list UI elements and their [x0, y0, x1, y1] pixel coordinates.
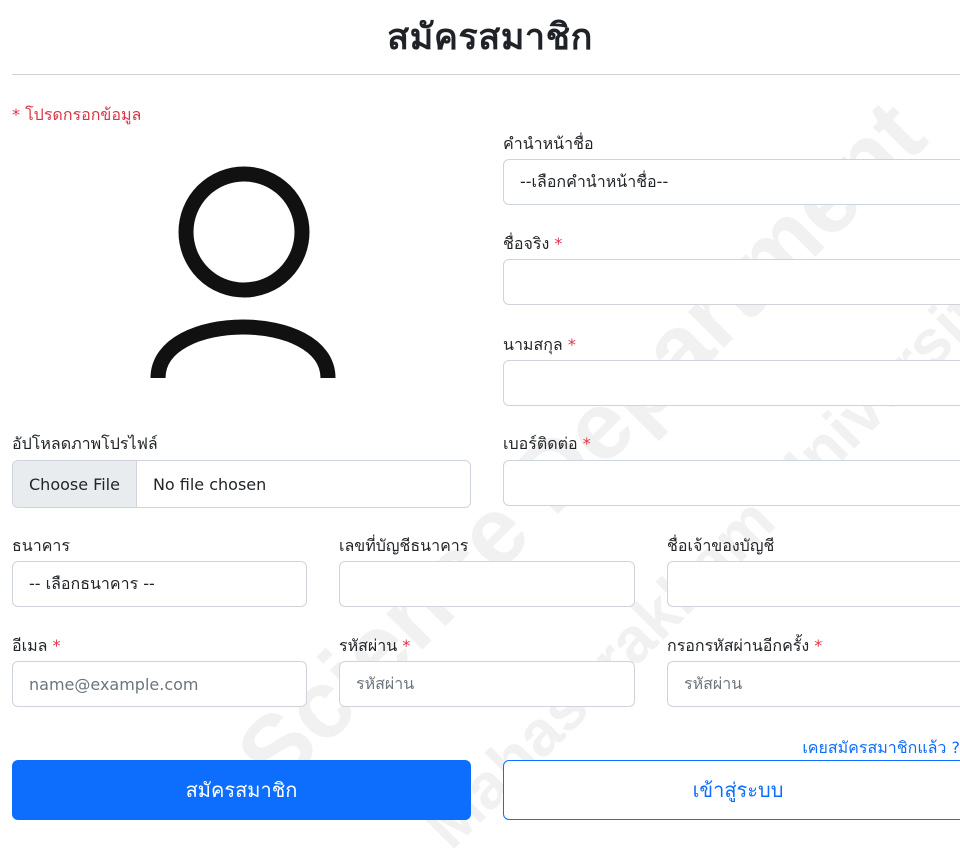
password-placeholder: รหัสผ่าน [356, 673, 415, 693]
first-name-label: ชื่อจริง * [503, 234, 563, 253]
confirm-password-input[interactable]: รหัสผ่าน [667, 661, 960, 707]
email-input[interactable]: name@example.com [12, 661, 307, 707]
profile-file-input[interactable]: Choose File No file chosen [12, 460, 471, 508]
already-member-link[interactable]: เคยสมัครสมาชิกแล้ว ? [802, 736, 960, 761]
confirm-password-placeholder: รหัสผ่าน [684, 673, 743, 693]
page-title: สมัครสมาชิก [387, 17, 593, 58]
prefix-label: คำนำหน้าชื่อ [503, 134, 594, 153]
user-icon [148, 160, 338, 380]
title-divider [12, 74, 960, 75]
bank-select[interactable]: -- เลือกธนาคาร -- [12, 561, 307, 607]
last-name-input[interactable] [503, 360, 960, 406]
phone-input[interactable] [503, 460, 960, 506]
email-label: อีเมล * [12, 636, 61, 655]
bank-label: ธนาคาร [12, 536, 70, 555]
bank-selected-value: -- เลือกธนาคาร -- [29, 573, 155, 593]
last-name-label: นามสกุล * [503, 335, 576, 354]
first-name-input[interactable] [503, 259, 960, 305]
choose-file-button[interactable]: Choose File [13, 461, 137, 507]
required-note: * โปรดกรอกข้อมูล [12, 105, 142, 124]
account-owner-input[interactable] [667, 561, 960, 607]
prefix-selected-value: --เลือกคำนำหน้าชื่อ-- [520, 171, 669, 191]
confirm-password-label: กรอกรหัสผ่านอีกครั้ง * [667, 636, 823, 655]
account-owner-label: ชื่อเจ้าของบัญชี [667, 536, 775, 555]
password-label: รหัสผ่าน * [339, 636, 411, 655]
password-input[interactable]: รหัสผ่าน [339, 661, 635, 707]
profile-upload-label: อัปโหลดภาพโปรไฟล์ [12, 434, 158, 453]
account-number-input[interactable] [339, 561, 635, 607]
email-placeholder: name@example.com [29, 674, 199, 694]
prefix-select[interactable]: --เลือกคำนำหน้าชื่อ-- [503, 159, 960, 205]
file-status: No file chosen [152, 474, 267, 494]
phone-label: เบอร์ติดต่อ * [503, 434, 591, 453]
account-number-label: เลขที่บัญชีธนาคาร [339, 536, 469, 555]
login-button[interactable]: เข้าสู่ระบบ [503, 760, 960, 820]
register-button[interactable]: สมัครสมาชิก [12, 760, 471, 820]
